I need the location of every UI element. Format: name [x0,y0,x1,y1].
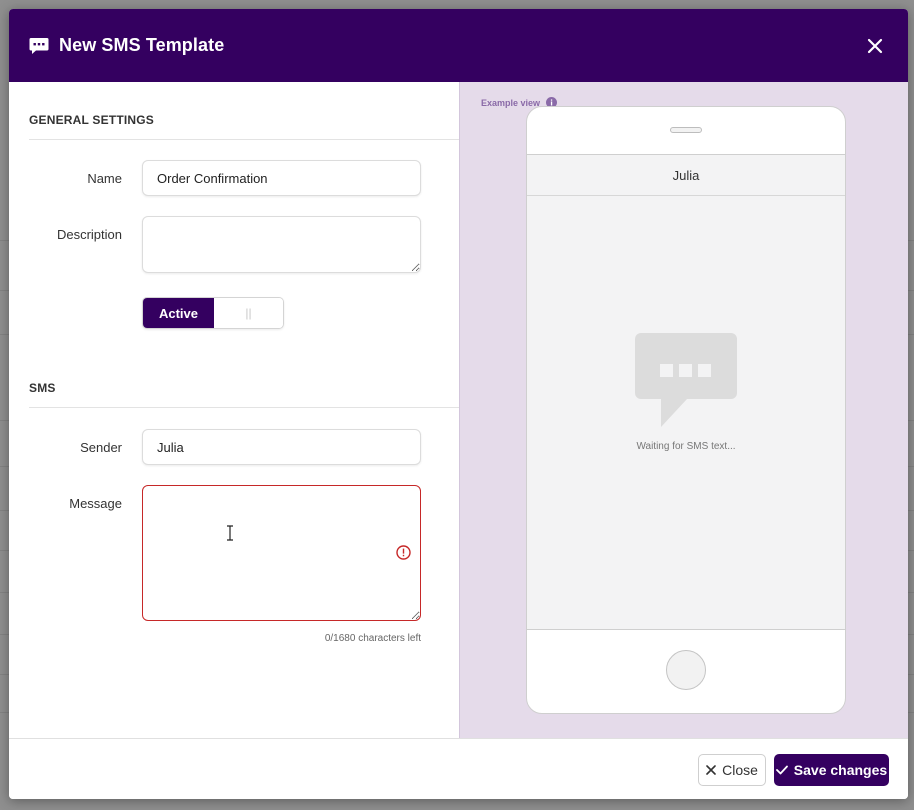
text-cursor-icon [226,525,234,541]
phone-home-button [666,650,706,690]
toggle-active-option[interactable]: Active [143,298,214,328]
active-toggle[interactable]: Active || [142,297,284,329]
name-label: Name [87,171,122,186]
error-icon [396,545,411,560]
waiting-for-sms-text: Waiting for SMS text... [636,441,736,452]
section-divider [29,407,459,408]
close-icon [706,765,716,775]
section-divider [29,139,459,140]
name-input[interactable] [142,160,421,196]
close-button[interactable]: Close [698,754,766,786]
characters-left-counter: 0/1680 characters left [324,633,421,644]
modal-header: New SMS Template [9,9,908,82]
message-label: Message [69,496,122,511]
phone-mockup: Julia Waiting for SMS text... [526,106,846,714]
general-settings-heading: GENERAL SETTINGS [29,113,154,127]
toggle-inactive-option[interactable]: || [214,298,283,328]
example-view-text: Example view [481,97,541,108]
message-placeholder-icon [635,333,737,427]
save-button-label: Save changes [793,762,888,778]
sms-heading: SMS [29,381,56,395]
close-button-label: Close [722,762,758,778]
phone-screen: Julia Waiting for SMS text... [527,154,845,630]
save-changes-button[interactable]: Save changes [774,754,889,786]
sender-input[interactable] [142,429,421,465]
phone-speaker [670,127,702,133]
description-label: Description [56,227,122,242]
modal-footer: Close Save changes [9,738,908,799]
modal-title: New SMS Template [59,35,225,55]
sms-template-modal: New SMS Template GENERAL SETTINGS Name D… [9,9,908,799]
close-icon[interactable] [866,37,884,55]
message-textarea[interactable] [142,485,421,621]
form-pane: GENERAL SETTINGS Name Description Active… [9,82,459,738]
checkmark-icon [775,765,788,775]
preview-pane: Example view Julia Waiting for SMS text.… [459,82,908,738]
chat-bubble-icon [29,37,49,55]
sender-label: Sender [80,440,122,455]
contact-name: Julia [527,155,845,196]
description-textarea[interactable] [142,216,421,273]
